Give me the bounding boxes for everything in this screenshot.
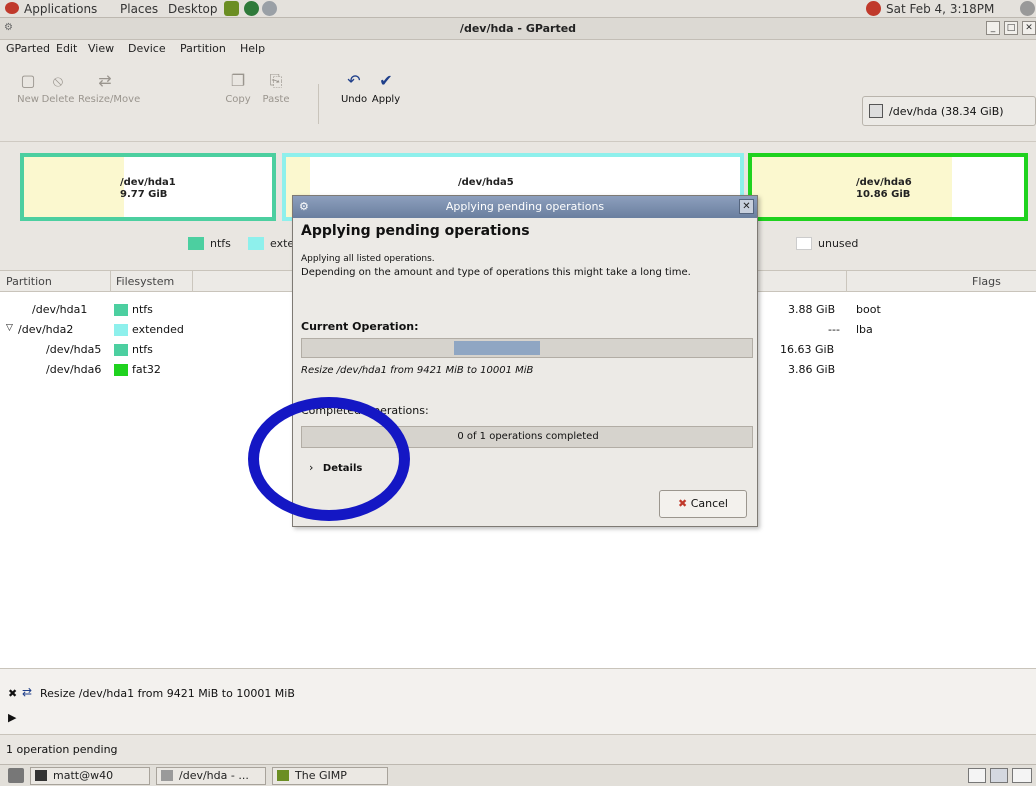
clock[interactable]: Sat Feb 4, 3:18PM (886, 2, 994, 16)
column-filesystem[interactable]: Filesystem (116, 275, 174, 288)
menu-view[interactable]: View (88, 42, 114, 55)
graph-partition-hda6[interactable]: /dev/hda6 10.86 GiB (748, 153, 1028, 221)
workspace-3[interactable] (1012, 768, 1032, 783)
task-terminal[interactable]: matt@w40 (30, 767, 150, 785)
current-operation-progressbar (301, 338, 753, 358)
dialog-description-line2: Depending on the amount and type of oper… (301, 267, 691, 278)
device-label: /dev/hda (38.34 GiB) (889, 105, 1004, 118)
copy-icon: ❐ (230, 71, 246, 90)
expander-icon[interactable]: ▽ (6, 323, 13, 333)
status-text: 1 operation pending (6, 743, 118, 756)
menu-help[interactable]: Help (240, 42, 265, 55)
dialog-close-icon[interactable]: ✕ (739, 199, 754, 214)
gparted-icon (161, 770, 173, 781)
delete-button[interactable]: ⦸ Delete (36, 58, 80, 105)
apply-icon: ✔ (379, 71, 393, 90)
foot-icon[interactable] (5, 2, 19, 14)
column-flags[interactable]: Flags (972, 275, 1001, 288)
browser-launcher-icon[interactable] (244, 1, 259, 16)
used-fill (752, 157, 952, 217)
dialog-titlebar: ⚙ Applying pending operations ✕ (293, 196, 757, 218)
delete-icon: ⦸ (52, 71, 64, 90)
current-operation-progress-fill (454, 341, 540, 355)
close-window-icon[interactable]: ✕ (1022, 21, 1036, 35)
window-title: /dev/hda - GParted (459, 22, 577, 35)
graph-partition-label: /dev/hda5 (458, 177, 514, 188)
legend-label-extended: extended (270, 237, 292, 250)
legend-swatch-unused (796, 237, 812, 250)
harddisk-icon (869, 104, 883, 118)
dialog-heading: Applying pending operations (301, 223, 530, 239)
gimp-launcher-icon[interactable] (224, 1, 239, 16)
used-fill (24, 157, 124, 217)
window-titlebar: ⚙ /dev/hda - GParted _ □ ✕ (0, 18, 1036, 40)
pending-operations-pane: ✖ ⇄ Resize /dev/hda1 from 9421 MiB to 10… (0, 668, 1036, 734)
task-gimp[interactable]: The GIMP (272, 767, 388, 785)
menu-partition[interactable]: Partition (180, 42, 226, 55)
gimp-icon (277, 770, 289, 781)
dialog-description-line1: Applying all listed operations. (301, 254, 435, 264)
places-menu[interactable]: Places (120, 2, 158, 16)
taskbar: matt@w40 /dev/hda - ... The GIMP (0, 764, 1036, 786)
cancel-icon: ✖ (678, 497, 688, 510)
paste-icon: ⎘ (269, 71, 283, 90)
workspace-2[interactable] (990, 768, 1008, 783)
dialog-title: Applying pending operations (445, 200, 605, 213)
top-panel: Applications Places Desktop Sat Feb 4, 3… (0, 0, 1036, 18)
graph-partition-label: /dev/hda1 9.77 GiB (120, 177, 176, 200)
undo-icon: ↶ (347, 71, 361, 90)
minimize-icon[interactable]: _ (986, 21, 1000, 35)
legend-swatch-extended (248, 237, 264, 250)
paste-button[interactable]: ⎘ Paste (254, 58, 298, 105)
legend-swatch-ntfs (188, 237, 204, 250)
fs-color-swatch (114, 344, 128, 356)
show-desktop-icon[interactable] (8, 768, 24, 783)
workspace-1[interactable] (968, 768, 986, 783)
play-icon[interactable]: ▶ (8, 711, 16, 724)
cancel-button[interactable]: ✖ Cancel (659, 490, 747, 518)
settings-launcher-icon[interactable] (262, 1, 277, 16)
close-pane-icon[interactable]: ✖ (8, 687, 17, 700)
resize-move-button[interactable]: ⇄ Resize/Move (78, 58, 140, 105)
apply-button[interactable]: ✔ Apply (364, 58, 408, 105)
device-selector[interactable]: /dev/hda (38.34 GiB) (862, 96, 1036, 126)
resize-operation-icon: ⇄ (22, 685, 33, 699)
menu-device[interactable]: Device (128, 42, 166, 55)
current-operation-label: Current Operation: (301, 320, 419, 333)
fs-color-swatch (114, 364, 128, 376)
toolbar-separator (318, 84, 319, 124)
resize-icon: ⇄ (98, 71, 112, 90)
highlight-circle-annotation (248, 397, 410, 521)
fs-color-swatch (114, 324, 128, 336)
graph-partition-hda1[interactable]: /dev/hda1 9.77 GiB (20, 153, 276, 221)
menubar: GParted Edit View Device Partition Help (0, 40, 1036, 58)
menu-edit[interactable]: Edit (56, 42, 77, 55)
desktop-menu[interactable]: Desktop (168, 2, 218, 16)
legend-label-unused: unused (818, 237, 859, 250)
graph-partition-label: /dev/hda6 10.86 GiB (856, 177, 912, 200)
current-operation-text: Resize /dev/hda1 from 9421 MiB to 10001 … (301, 365, 534, 376)
statusbar: 1 operation pending (0, 734, 1036, 764)
menu-gparted[interactable]: GParted (6, 42, 50, 55)
applications-menu[interactable]: Applications (24, 2, 97, 16)
operation-text: Resize /dev/hda1 from 9421 MiB to 10001 … (40, 687, 295, 700)
fs-color-swatch (114, 304, 128, 316)
legend-label-ntfs: ntfs (210, 237, 231, 250)
maximize-icon[interactable]: □ (1004, 21, 1018, 35)
task-gparted[interactable]: /dev/hda - ... (156, 767, 266, 785)
update-notifier-icon[interactable] (866, 1, 881, 16)
volume-icon[interactable] (1020, 1, 1035, 16)
terminal-icon (35, 770, 47, 781)
column-partition[interactable]: Partition (6, 275, 52, 288)
